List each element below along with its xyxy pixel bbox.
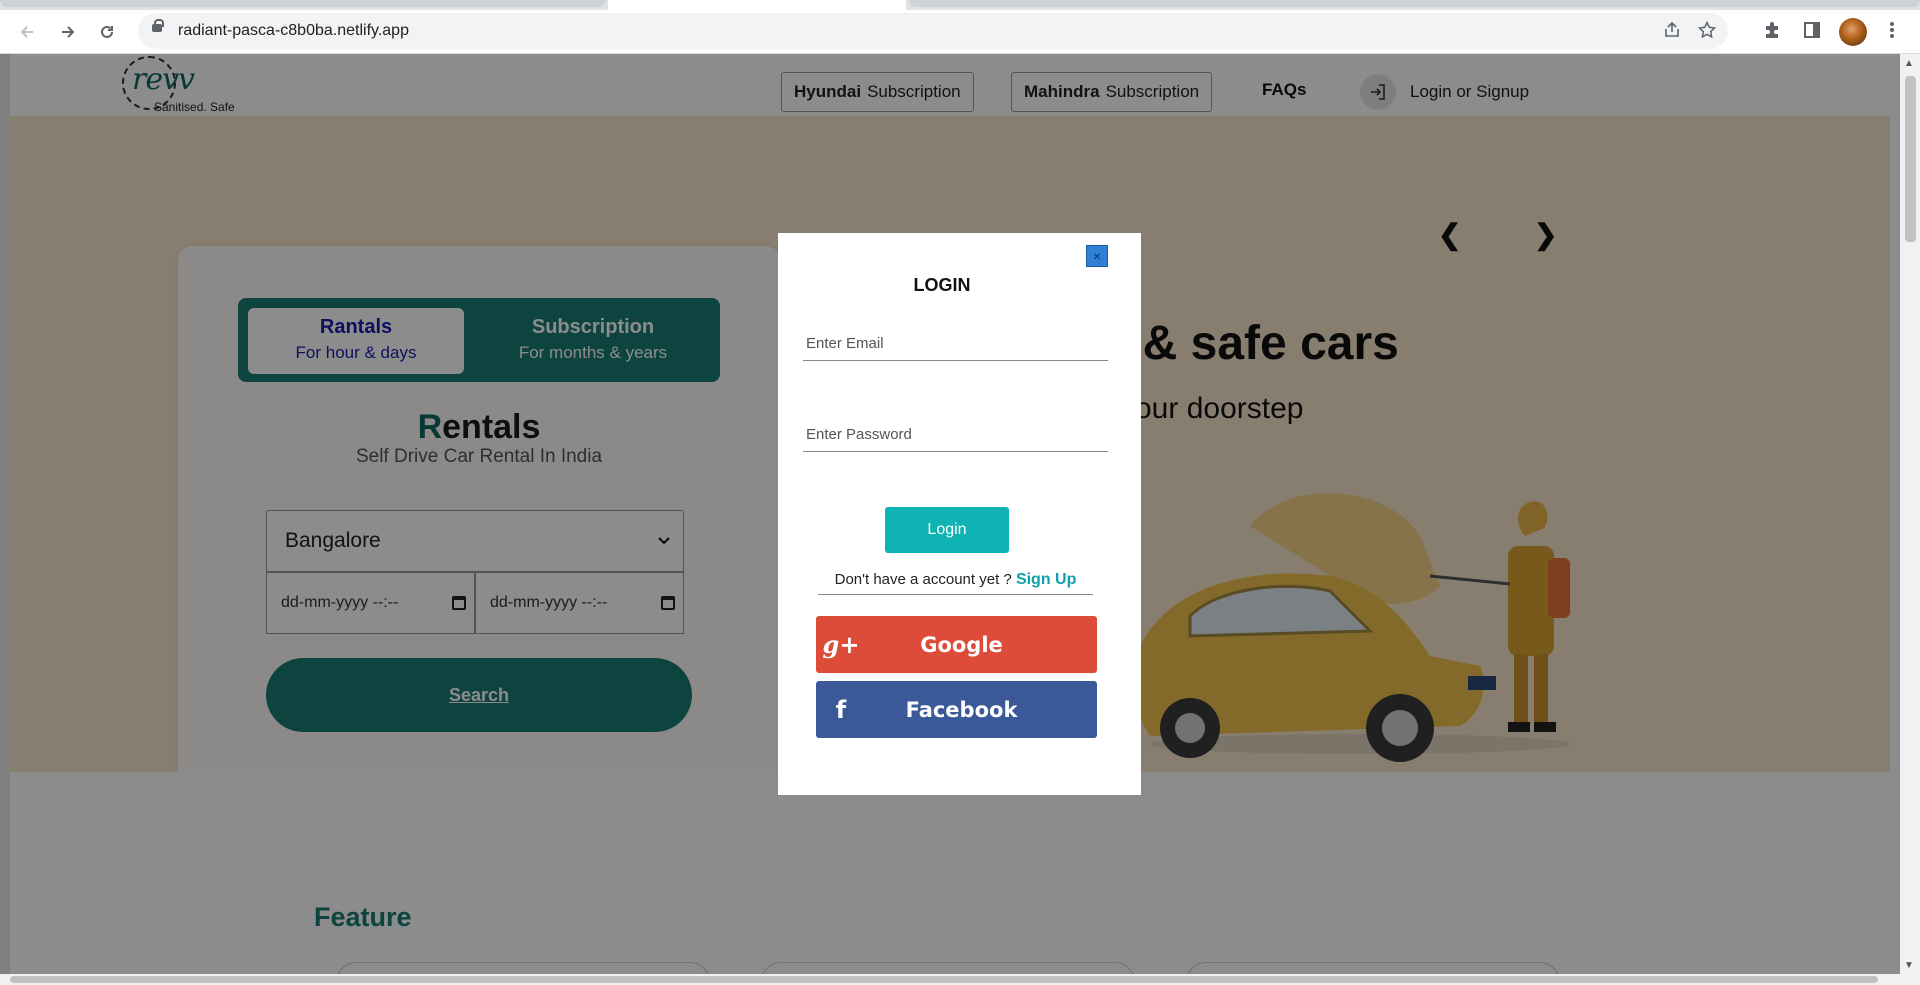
facebook-login-label: Facebook — [905, 697, 1018, 722]
login-button[interactable]: Login — [885, 507, 1009, 553]
login-modal-title: LOGIN — [913, 275, 971, 295]
share-icon[interactable] — [1663, 21, 1681, 44]
signup-prompt: Don't have a account yet ? Sign Up — [818, 571, 1093, 595]
address-bar[interactable]: radiant-pasca-c8b0ba.netlify.app — [138, 13, 1728, 49]
browser-tab[interactable] — [909, 0, 1920, 7]
reload-icon[interactable] — [94, 19, 120, 45]
kebab-menu-icon[interactable] — [1880, 20, 1904, 44]
google-plus-icon: g+ — [822, 630, 860, 659]
profile-avatar[interactable] — [1839, 18, 1867, 46]
google-login-label: Google — [920, 632, 1003, 657]
lock-icon[interactable] — [152, 19, 164, 32]
horizontal-scrollbar[interactable] — [0, 974, 1920, 985]
horizontal-scroll-thumb[interactable] — [10, 976, 1878, 983]
url-text[interactable]: radiant-pasca-c8b0ba.netlify.app — [178, 22, 409, 40]
facebook-login-button[interactable]: f Facebook — [816, 681, 1097, 738]
close-button[interactable]: × — [1086, 245, 1108, 267]
email-field[interactable] — [803, 327, 1108, 361]
side-panel-icon[interactable] — [1800, 20, 1824, 44]
google-login-button[interactable]: g+ Google — [816, 616, 1097, 673]
extensions-icon[interactable] — [1760, 20, 1784, 44]
login-modal: × LOGIN Login Don't have a account yet ?… — [778, 233, 1141, 795]
tab-strip — [0, 0, 1920, 10]
facebook-icon: f — [835, 695, 847, 724]
page-viewport: revv Sanitised. Safe Hyundai Subscriptio… — [0, 54, 1900, 974]
signup-link[interactable]: Sign Up — [1016, 571, 1076, 588]
forward-icon[interactable] — [55, 19, 81, 45]
browser-toolbar: radiant-pasca-c8b0ba.netlify.app — [0, 10, 1920, 54]
password-field[interactable] — [803, 418, 1108, 452]
no-account-text: Don't have a account yet ? — [834, 571, 1012, 588]
vertical-scroll-thumb[interactable] — [1905, 76, 1916, 242]
browser-tab-active[interactable] — [608, 0, 906, 10]
back-icon[interactable] — [14, 19, 40, 45]
browser-tab[interactable] — [0, 0, 605, 7]
scroll-up-arrow-icon[interactable]: ▲ — [1904, 58, 1914, 69]
bookmark-star-icon[interactable] — [1697, 20, 1717, 44]
vertical-scrollbar[interactable]: ▲ ▼ — [1900, 54, 1920, 974]
scroll-down-arrow-icon[interactable]: ▼ — [1904, 960, 1914, 971]
